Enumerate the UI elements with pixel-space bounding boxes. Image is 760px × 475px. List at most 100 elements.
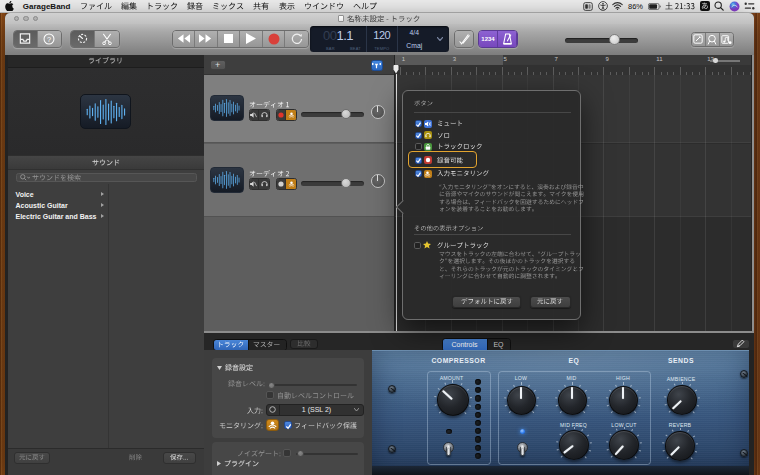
track-name[interactable] (249, 101, 289, 109)
record-enable-button[interactable] (277, 110, 287, 120)
track-volume-thumb[interactable] (341, 109, 351, 119)
sends-reverb-knob[interactable] (665, 431, 695, 461)
editors-button[interactable] (95, 31, 119, 47)
tab-eq[interactable]: EQ (487, 339, 510, 351)
tab-master[interactable] (248, 340, 286, 351)
library-item-electric-guitar-bass[interactable]: Electric Guitar and Bass (8, 211, 109, 222)
menu-help[interactable] (348, 1, 381, 11)
track-header-audio-2[interactable] (204, 144, 394, 217)
popover-checkbox-solo[interactable] (403, 130, 580, 141)
stop-button[interactable] (218, 31, 241, 47)
eq-mid-knob[interactable] (558, 386, 587, 415)
menu-mix[interactable] (208, 1, 249, 11)
track-volume-thumb[interactable] (341, 178, 351, 188)
library-button[interactable] (14, 31, 38, 47)
lcd-tempo[interactable]: 120 TEMPO (366, 26, 398, 53)
sends-ambience-knob[interactable] (667, 385, 697, 415)
mute-button[interactable] (250, 179, 260, 189)
playhead-line[interactable] (396, 74, 397, 332)
record-level-slider[interactable] (268, 384, 357, 386)
master-volume-slider[interactable] (565, 38, 638, 43)
noise-gate-slider[interactable] (296, 453, 358, 455)
tuner-button[interactable] (455, 31, 473, 47)
window-tiling-icon[interactable] (583, 2, 593, 11)
menu-view[interactable] (274, 1, 299, 11)
plugins-header[interactable] (217, 460, 259, 468)
forward-button[interactable] (195, 31, 218, 47)
accessibility-icon[interactable] (598, 1, 608, 11)
library-item-acoustic-guitar[interactable]: Acoustic Guitar (8, 200, 109, 211)
master-volume-thumb[interactable] (609, 34, 620, 45)
group-track-checkbox[interactable] (414, 242, 421, 249)
track-header-config-button[interactable] (371, 60, 384, 71)
play-button[interactable] (240, 31, 263, 47)
recording-settings-header[interactable] (217, 364, 253, 372)
add-track-button[interactable]: + (210, 60, 226, 70)
record-button[interactable] (263, 31, 286, 47)
track-pan-knob[interactable] (371, 174, 385, 188)
popover-checkbox-input-monitoring[interactable] (403, 168, 580, 179)
quick-help-button[interactable]: ? (38, 31, 62, 47)
input-source-badge[interactable] (700, 1, 710, 11)
compare-button[interactable] (290, 339, 318, 350)
record-level-thumb[interactable] (268, 382, 275, 389)
record-enable-button[interactable] (277, 179, 287, 189)
control-center-icon[interactable] (744, 2, 755, 10)
eq-switch[interactable] (516, 438, 529, 456)
count-in-button[interactable]: 1234 (479, 31, 498, 47)
eq-mid-freq-knob[interactable] (559, 430, 589, 460)
lcd-mode-chevron[interactable] (431, 26, 449, 53)
popover-checkbox-mute[interactable] (403, 118, 580, 129)
tab-track[interactable] (214, 340, 248, 351)
input-source-select[interactable]: 1 (SSL 2) (266, 404, 364, 416)
solo-checkbox[interactable] (415, 132, 422, 139)
playhead-pin[interactable] (393, 65, 399, 74)
auto-level-checkbox[interactable] (266, 391, 274, 399)
popover-checkbox-group-track[interactable] (403, 240, 580, 251)
library-delete-button[interactable] (120, 452, 151, 465)
edit-pencil-button[interactable] (732, 339, 750, 350)
input-monitoring-button[interactable] (286, 110, 296, 120)
feedback-protection-checkbox[interactable] (284, 421, 292, 429)
solo-button[interactable] (259, 110, 269, 120)
track-lock-checkbox[interactable] (415, 143, 422, 150)
menu-window[interactable] (299, 1, 348, 11)
library-revert-button[interactable] (14, 452, 50, 465)
menu-clock[interactable] (665, 1, 695, 11)
rewind-button[interactable] (173, 31, 196, 47)
track-header-audio-1[interactable] (204, 75, 394, 144)
eq-low-cut-knob[interactable] (609, 430, 639, 460)
menu-track[interactable] (141, 1, 182, 11)
apple-menu[interactable] (0, 1, 18, 11)
menu-share[interactable] (249, 1, 274, 11)
track-volume-slider[interactable] (301, 112, 364, 117)
lcd-display[interactable]: 001.1 BAR BEAT 120 TEMPO 4/4 Cmaj (310, 26, 449, 53)
metronome-button[interactable] (498, 31, 517, 47)
noise-gate-checkbox[interactable] (283, 449, 291, 457)
wifi-icon[interactable] (612, 2, 623, 10)
mono-input-icon[interactable] (267, 405, 280, 415)
solo-button[interactable] (259, 179, 269, 189)
zoom-slider-thumb[interactable] (713, 58, 718, 63)
media-browser-button[interactable] (720, 33, 734, 46)
noise-gate-thumb[interactable] (297, 450, 304, 457)
mute-checkbox[interactable] (415, 120, 422, 127)
horizontal-zoom-slider[interactable] (710, 60, 740, 62)
vertical-scrollbar[interactable] (752, 55, 755, 333)
note-pad-button[interactable] (692, 33, 706, 46)
loop-browser-button[interactable] (706, 33, 720, 46)
mute-button[interactable] (250, 110, 260, 120)
smart-controls-button[interactable] (71, 31, 95, 47)
compressor-amount-knob[interactable] (437, 384, 469, 416)
compressor-switch[interactable] (442, 438, 455, 456)
track-volume-slider[interactable] (301, 181, 364, 186)
menu-record[interactable] (183, 1, 208, 11)
cycle-button[interactable] (285, 31, 308, 47)
lcd-key-signature[interactable]: 4/4 Cmaj (398, 26, 432, 53)
spotlight-icon[interactable] (714, 1, 724, 11)
title-bar[interactable] (5, 13, 754, 24)
menu-edit[interactable] (116, 1, 141, 11)
eq-high-knob[interactable] (609, 386, 638, 415)
input-monitoring-checkbox[interactable] (415, 170, 422, 177)
restore-defaults-button[interactable] (452, 296, 521, 309)
